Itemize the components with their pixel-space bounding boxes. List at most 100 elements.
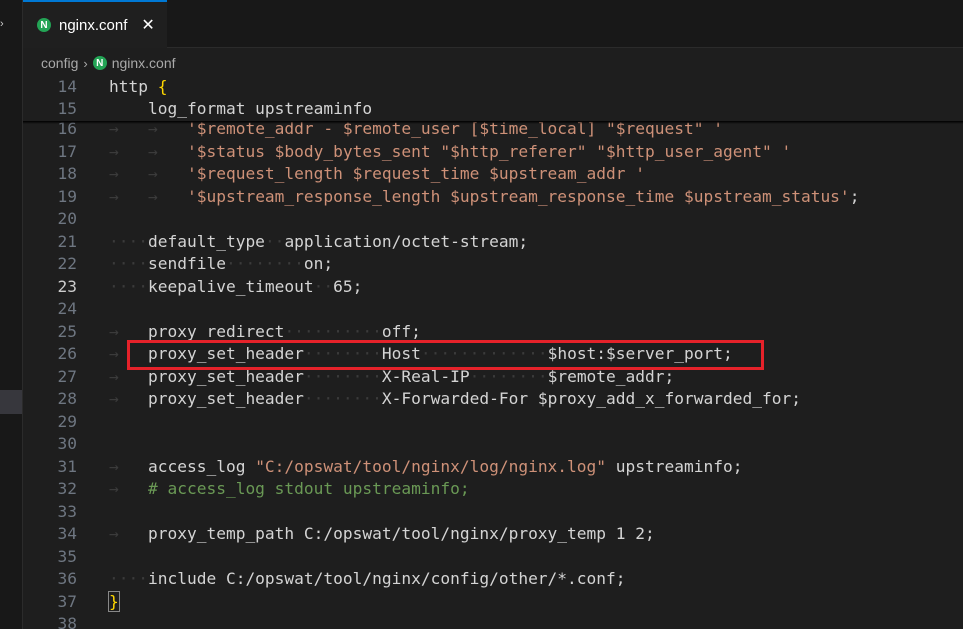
line-number: 20 [57,209,78,228]
code-text: http { [109,76,167,99]
line-number: 14 [57,77,78,96]
whitespace-marker: ···· [109,254,148,273]
code-text: → → '$status $body_bytes_sent "$http_ref… [109,141,791,164]
code-line[interactable]: 14 http { [23,76,963,99]
code-line[interactable]: 21 ····default_type··application/octet-st… [23,231,963,254]
line-number: 34 [57,524,78,543]
whitespace-marker: ···· [109,569,148,588]
code-line[interactable]: 37} [23,590,963,614]
explorer-sidebar: › [0,0,23,629]
whitespace-marker: → [109,321,148,341]
code-token: "C:/opswat/tool/nginx/log/nginx.log" [255,456,607,476]
code-text: → proxy_temp_path C:/opswat/tool/nginx/p… [109,523,655,546]
code-line[interactable]: 32 → # access_log stdout upstreaminfo; [23,478,963,501]
line-number: 24 [57,299,78,318]
line-number: 36 [57,569,78,588]
line-number: 26 [57,344,78,363]
code-text: ····default_type··application/octet-stre… [109,231,528,254]
line-number: 22 [57,254,78,273]
code-token: on; [303,254,334,273]
whitespace-marker: ·· [264,231,285,251]
line-number: 28 [57,389,78,408]
code-text: ····sendfile········on; [109,253,333,276]
whitespace-marker: → [109,389,148,408]
sticky-scroll-shadow [23,121,963,124]
code-line[interactable]: 35 [23,546,963,569]
code-text: → access_log "C:/opswat/tool/nginx/log/n… [109,456,743,479]
code-line[interactable]: 29 [23,411,963,434]
breadcrumb-separator-icon: › [83,55,88,71]
line-number: 30 [57,434,78,453]
code-line[interactable]: 36 ····include C:/opswat/tool/nginx/confi… [23,568,963,591]
code-line[interactable]: 19 → → '$upstream_response_length $upstre… [23,186,963,209]
code-token: } [108,590,120,612]
breadcrumb-folder[interactable]: config [41,55,78,71]
line-number: 29 [57,411,78,431]
code-line[interactable]: 28 → proxy_set_header········X-Forwarded-… [23,388,963,411]
line-number: 27 [57,366,78,386]
code-text: } [108,590,120,614]
line-number: 35 [57,546,78,566]
code-token: application/octet-stream; [284,231,529,251]
code-token: upstreaminfo; [606,456,743,476]
code-line[interactable]: 38 [23,613,963,629]
breadcrumb-file[interactable]: nginx.conf [112,55,176,71]
line-number: 37 [57,591,78,611]
tab-bar: N nginx.conf ✕ [23,0,963,48]
red-highlight-box [127,340,764,370]
code-text: → → '$request_length $request_time $upst… [109,163,645,186]
code-token: log_format upstreaminfo [109,99,373,118]
code-line[interactable]: 17 → → '$status $body_bytes_sent "$http_r… [23,141,963,164]
code-token: 65; [333,276,363,296]
code-line[interactable]: 33 [23,501,963,524]
code-text: → proxy_set_header········X-Forwarded-Fo… [109,388,801,411]
whitespace-marker: → [109,456,148,476]
line-number: 23 [57,276,78,296]
chevron-right-icon[interactable]: › [0,18,4,30]
selected-explorer-item[interactable] [0,390,22,414]
code-line[interactable]: 23 ····keepalive_timeout··65; [23,276,963,299]
code-text: → → '$upstream_response_length $upstream… [109,186,859,209]
line-number: 38 [57,614,78,629]
whitespace-marker: ···· [109,231,148,251]
code-token: '$status $body_bytes_sent "$http_referer… [186,141,792,161]
breadcrumb: config › N nginx.conf [23,48,963,78]
code-line[interactable]: 18 → → '$request_length $request_time $up… [23,163,963,186]
code-line[interactable]: 30 [23,433,963,456]
code-line[interactable]: 34 → proxy_temp_path C:/opswat/tool/nginx… [23,523,963,546]
code-token: access_log [147,456,256,476]
code-token: proxy_set_header [147,389,304,408]
code-line[interactable]: 31 → access_log "C:/opswat/tool/nginx/log… [23,456,963,479]
code-line[interactable]: 24 [23,298,963,321]
line-number: 31 [57,456,78,476]
code-token: { [157,77,168,96]
close-tab-icon[interactable]: ✕ [141,15,154,35]
code-token: # access_log stdout upstreaminfo; [147,479,470,498]
line-number: 18 [57,164,78,183]
code-token: X-Forwarded-For $proxy_add_x_forwarded_f… [381,389,801,408]
line-number: 17 [57,141,78,161]
code-line[interactable]: 22 ····sendfile········on; [23,253,963,276]
line-number: 32 [57,479,78,498]
code-token: ; [849,186,860,206]
line-number: 19 [57,186,78,206]
line-number: 25 [57,321,78,341]
whitespace-marker: → → [109,186,187,206]
code-text: ····include C:/opswat/tool/nginx/config/… [109,568,626,591]
whitespace-marker: ········ [303,389,382,408]
nginx-file-icon: N [92,56,107,70]
whitespace-marker: → → [109,141,187,161]
code-line[interactable]: 20 [23,208,963,231]
whitespace-marker: ·········· [284,321,382,341]
code-token: '$upstream_response_length $upstream_res… [186,186,850,206]
code-token: proxy_temp_path C:/opswat/tool/nginx/pro… [147,524,655,543]
code-token: proxy_redirect [147,321,285,341]
whitespace-marker: → → [109,164,187,183]
code-text: → # access_log stdout upstreaminfo; [109,478,470,501]
code-token: sendfile [147,254,226,273]
whitespace-marker: ···· [109,276,148,296]
code-token: off; [381,321,421,341]
tab-nginx-conf[interactable]: N nginx.conf ✕ [23,0,167,48]
code-text: ····keepalive_timeout··65; [109,276,362,299]
whitespace-marker: ·· [313,276,334,296]
